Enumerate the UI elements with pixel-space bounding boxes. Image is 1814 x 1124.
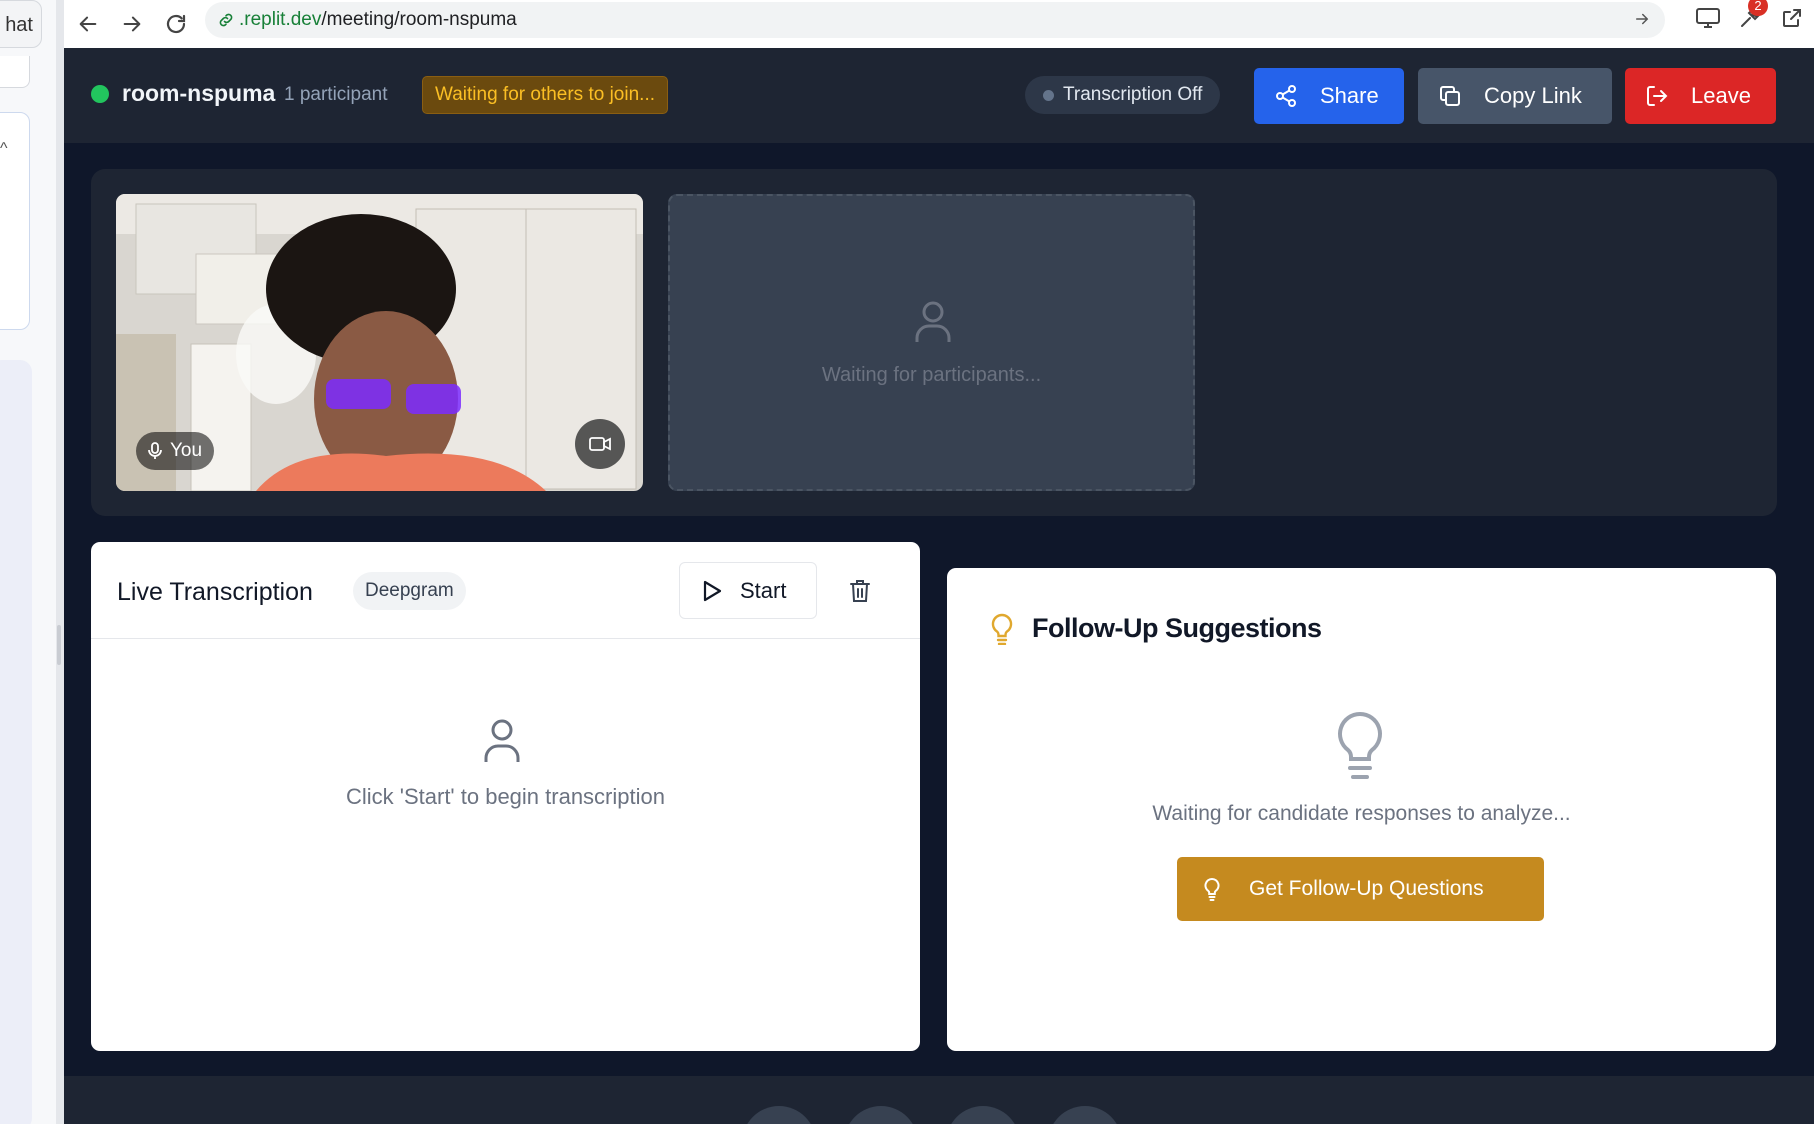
video-icon <box>589 437 611 451</box>
call-controls-bar <box>64 1076 1814 1124</box>
self-name-label: You <box>170 440 203 461</box>
notification-badge: 2 <box>1748 0 1768 16</box>
follow-up-suggestions-panel: Follow-Up Suggestions Waiting for candid… <box>947 568 1776 1051</box>
get-follow-up-questions-button[interactable]: Get Follow-Up Questions <box>1177 857 1544 921</box>
sidebar-panel <box>0 360 32 1124</box>
status-dot <box>1043 90 1054 101</box>
user-icon <box>915 301 951 342</box>
transcription-title: Live Transcription <box>117 578 313 606</box>
leave-button[interactable]: Leave <box>1625 68 1776 124</box>
lightbulb-icon <box>1338 711 1382 779</box>
copy-icon <box>1440 86 1460 106</box>
external-link-icon <box>1783 9 1801 27</box>
mic-icon <box>148 442 162 459</box>
copy-link-button[interactable]: Copy Link <box>1418 68 1612 124</box>
waiting-status-badge: Waiting for others to join... <box>422 76 669 114</box>
arrow-right-icon <box>123 16 141 32</box>
room-name: room-nspuma <box>122 80 276 106</box>
lightbulb-icon <box>991 613 1013 645</box>
monitor-icon <box>1696 8 1720 28</box>
cast-button[interactable] <box>1694 4 1722 32</box>
mic-toggle-button[interactable] <box>742 1106 816 1124</box>
provider-badge: Deepgram <box>353 572 466 610</box>
back-button[interactable] <box>68 4 108 44</box>
forward-button[interactable] <box>112 4 152 44</box>
start-transcription-button[interactable]: Start <box>679 562 817 619</box>
browser-toolbar: .replit.dev/meeting/room-nspuma 2 <box>64 0 1814 48</box>
transcription-header: Live Transcription Deepgram Start <box>91 542 920 639</box>
leave-label: Leave <box>1691 83 1751 108</box>
share-button[interactable]: Share <box>1254 68 1404 124</box>
sidebar-tab-label: hat <box>5 14 33 36</box>
share-label: Share <box>1320 83 1379 108</box>
participant-count: 1 participant <box>284 84 388 105</box>
screen: hat ^ .replit.dev/meeting/room-nspuma 2 … <box>0 0 1814 1124</box>
transcription-empty-message: Click 'Start' to begin transcription <box>346 784 665 809</box>
url-domain: .replit.dev <box>239 9 322 30</box>
left-sidebar: hat ^ <box>0 0 64 1124</box>
participant-placeholder-tile: Waiting for participants... <box>668 194 1195 491</box>
play-icon <box>703 580 722 601</box>
address-bar[interactable]: .replit.dev/meeting/room-nspuma <box>205 2 1665 38</box>
clear-transcript-button[interactable] <box>845 576 875 606</box>
share-icon <box>1276 85 1296 107</box>
follow-up-empty-message: Waiting for candidate responses to analy… <box>1152 802 1571 825</box>
follow-up-button-label: Get Follow-Up Questions <box>1249 877 1484 900</box>
navigate-arrow-icon[interactable] <box>1633 10 1651 28</box>
reload-button[interactable] <box>156 4 196 44</box>
logout-icon <box>1647 86 1668 106</box>
browser-actions: 2 <box>1694 0 1806 32</box>
open-external-button[interactable] <box>1778 4 1806 32</box>
collapse-caret-icon[interactable]: ^ <box>0 140 8 158</box>
meeting-app: room-nspuma 1 participant Waiting for ot… <box>64 48 1814 1124</box>
self-name-tag: You <box>136 432 215 470</box>
link-icon <box>219 13 233 27</box>
meeting-header: room-nspuma 1 participant Waiting for ot… <box>64 48 1814 143</box>
camera-toggle-button[interactable] <box>575 419 625 469</box>
start-label: Start <box>740 577 787 603</box>
connection-status-dot <box>91 85 109 103</box>
live-transcription-panel: Live Transcription Deepgram Start Click … <box>91 542 920 1051</box>
waiting-participants-message: Waiting for participants... <box>821 364 1042 386</box>
reload-icon <box>166 14 186 34</box>
screen-share-button[interactable] <box>946 1106 1020 1124</box>
self-video-tile[interactable]: You <box>116 194 643 491</box>
trash-icon <box>850 580 870 602</box>
follow-up-title: Follow-Up Suggestions <box>1032 613 1322 643</box>
more-options-button[interactable] <box>1048 1106 1122 1124</box>
copy-link-label: Copy Link <box>1484 83 1582 108</box>
transcription-status-label: Transcription Off <box>1063 84 1203 105</box>
lightbulb-icon <box>1204 877 1220 901</box>
extensions-button[interactable]: 2 <box>1736 0 1768 32</box>
arrow-left-icon <box>79 16 97 32</box>
url-path: /meeting/room-nspuma <box>321 9 517 30</box>
user-icon <box>484 719 520 762</box>
sidebar-tab-chat[interactable]: hat <box>0 0 42 48</box>
resize-divider[interactable] <box>56 0 64 1124</box>
video-grid: You Waiting for participants... <box>91 169 1777 516</box>
sidebar-box <box>0 56 30 88</box>
resize-grip-icon[interactable] <box>57 625 61 665</box>
transcription-status-pill: Transcription Off <box>1025 76 1221 114</box>
camera-control-button[interactable] <box>844 1106 918 1124</box>
